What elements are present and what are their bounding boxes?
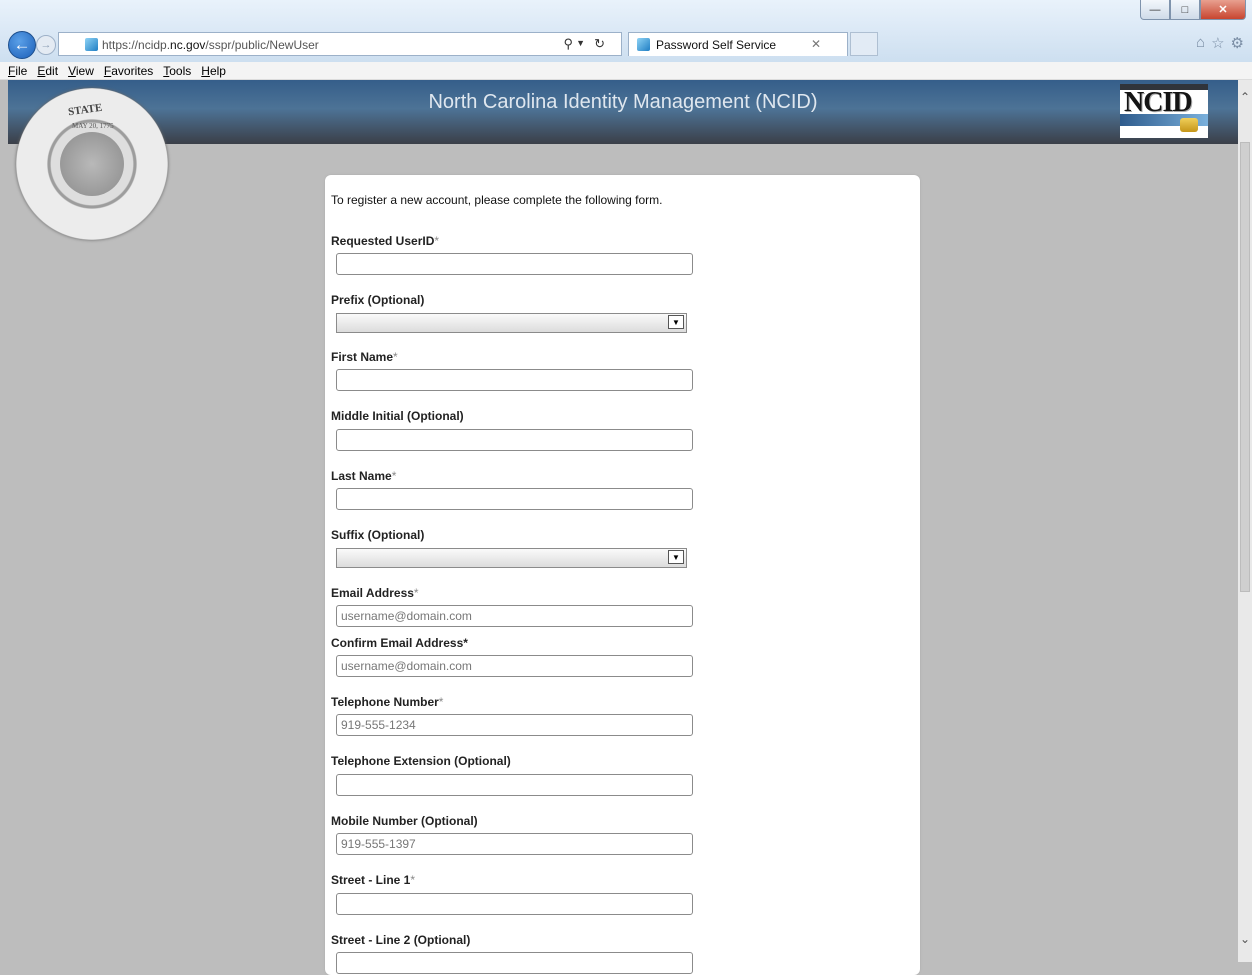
scroll-thumb[interactable]: [1240, 142, 1250, 592]
email-label: Email Address*: [331, 586, 419, 600]
arrow-right-icon: →: [40, 39, 52, 51]
close-window-icon[interactable]: ✕: [1200, 0, 1246, 20]
menu-bar: File Edit View Favorites Tools Help: [0, 62, 1252, 80]
suffix-select[interactable]: ▼: [336, 548, 687, 568]
address-prefix: https://ncidp.: [102, 38, 171, 52]
address-path: /sspr/public/NewUser: [205, 38, 319, 52]
tab-favicon-icon: [637, 38, 650, 51]
minimize-icon[interactable]: —: [1140, 0, 1170, 20]
browser-tab[interactable]: Password Self Service ✕: [628, 32, 848, 56]
arrow-left-icon: ←: [13, 35, 31, 54]
email-input[interactable]: [336, 605, 693, 627]
first-name-label: First Name*: [331, 350, 398, 364]
telephone-input[interactable]: [336, 714, 693, 736]
menu-file[interactable]: File: [6, 64, 29, 78]
refresh-icon[interactable]: ↻: [594, 36, 605, 52]
scroll-down-icon[interactable]: ⌄: [1238, 932, 1252, 946]
menu-favorites[interactable]: Favorites: [102, 64, 155, 78]
email-label-text: Email Address: [331, 586, 414, 600]
street1-label-text: Street - Line 1: [331, 873, 411, 887]
ncid-logo: NCID: [1120, 84, 1208, 138]
address-domain: nc.gov: [170, 38, 206, 52]
last-name-label: Last Name*: [331, 469, 396, 483]
seal-date: MAY 20, 1775: [72, 122, 114, 130]
telephone-label: Telephone Number*: [331, 695, 443, 709]
site-favicon-icon: [85, 38, 98, 51]
address-text[interactable]: https://ncidp.nc.gov/sspr/public/NewUser: [102, 38, 319, 52]
street1-input[interactable]: [336, 893, 693, 915]
logo-text: NCID: [1124, 87, 1193, 118]
telephone-extension-input[interactable]: [336, 774, 693, 796]
suffix-label: Suffix (Optional): [331, 528, 425, 542]
prefix-select[interactable]: ▼: [336, 313, 687, 333]
last-name-label-text: Last Name: [331, 469, 392, 483]
menu-view[interactable]: View: [66, 64, 96, 78]
menu-help[interactable]: Help: [199, 64, 228, 78]
chevron-down-icon[interactable]: ▼: [668, 550, 684, 564]
search-icon[interactable]: ⚲: [563, 36, 573, 52]
address-bar[interactable]: https://ncidp.nc.gov/sspr/public/NewUser…: [58, 32, 622, 56]
state-seal-logo: STATE MAY 20, 1775: [16, 88, 168, 240]
required-marker: *: [438, 695, 444, 709]
required-marker: *: [391, 469, 397, 483]
street2-label: Street - Line 2 (Optional): [331, 933, 471, 947]
first-name-input[interactable]: [336, 369, 693, 391]
required-marker: *: [434, 234, 440, 248]
prefix-label: Prefix (Optional): [331, 293, 425, 307]
home-icon[interactable]: ⌂: [1196, 34, 1205, 52]
navigation-row: ← → https://ncidp.nc.gov/sspr/public/New…: [0, 31, 1252, 59]
registration-form: To register a new account, please comple…: [325, 175, 920, 975]
forward-button[interactable]: →: [36, 35, 56, 55]
gear-icon[interactable]: ⚙: [1231, 34, 1244, 52]
last-name-input[interactable]: [336, 488, 693, 510]
site-title: North Carolina Identity Management (NCID…: [428, 91, 818, 113]
required-marker: *: [410, 873, 416, 887]
maximize-icon[interactable]: □: [1170, 0, 1200, 20]
street2-input[interactable]: [336, 952, 693, 974]
browser-toolbar-icons: ⌂ ☆ ⚙: [1196, 34, 1244, 52]
confirm-email-input[interactable]: [336, 655, 693, 677]
userid-input[interactable]: [336, 253, 693, 275]
seal-text: STATE: [67, 101, 104, 119]
telephone-label-text: Telephone Number: [331, 695, 439, 709]
userid-label: Requested UserID*: [331, 234, 439, 248]
userid-label-text: Requested UserID: [331, 234, 435, 248]
dropdown-arrow-icon[interactable]: ▼: [576, 38, 585, 48]
site-header: North Carolina Identity Management (NCID…: [8, 80, 1238, 144]
required-marker: *: [413, 586, 419, 600]
window-controls: — □ ✕: [1140, 0, 1246, 20]
page-scrollbar[interactable]: ⌃ ⌄: [1238, 80, 1252, 962]
first-name-label-text: First Name: [331, 350, 394, 364]
back-button[interactable]: ←: [8, 31, 36, 59]
tab-close-icon[interactable]: ✕: [811, 37, 821, 51]
tab-title: Password Self Service: [656, 38, 777, 52]
form-intro: To register a new account, please comple…: [331, 193, 663, 207]
seal-center: [60, 132, 124, 196]
telephone-extension-label: Telephone Extension (Optional): [331, 754, 511, 768]
new-tab-button[interactable]: [850, 32, 878, 56]
confirm-email-label: Confirm Email Address*: [331, 636, 468, 650]
browser-titlebar: — □ ✕ ← → https://ncidp.nc.gov/sspr/publ…: [0, 0, 1252, 63]
middle-initial-input[interactable]: [336, 429, 693, 451]
mobile-label: Mobile Number (Optional): [331, 814, 478, 828]
mobile-input[interactable]: [336, 833, 693, 855]
lock-icon: [1180, 118, 1198, 132]
street1-label: Street - Line 1*: [331, 873, 415, 887]
menu-edit[interactable]: Edit: [35, 64, 60, 78]
menu-tools[interactable]: Tools: [161, 64, 193, 78]
required-marker: *: [393, 350, 398, 364]
scroll-up-icon[interactable]: ⌃: [1238, 90, 1252, 104]
favorites-star-icon[interactable]: ☆: [1211, 34, 1224, 52]
chevron-down-icon[interactable]: ▼: [668, 315, 684, 329]
middle-initial-label: Middle Initial (Optional): [331, 409, 464, 423]
